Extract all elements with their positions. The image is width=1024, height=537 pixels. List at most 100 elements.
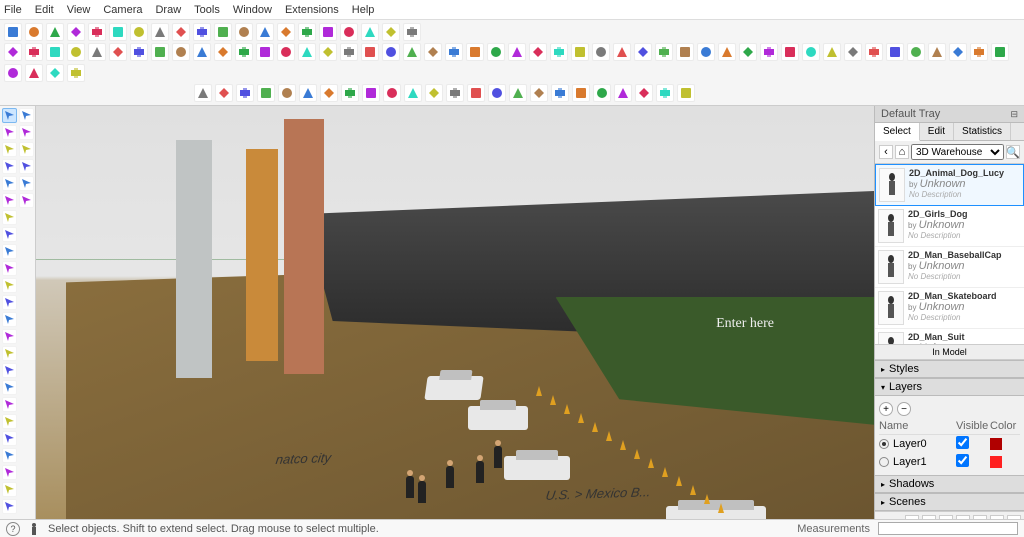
toolbar-button[interactable] xyxy=(278,84,296,102)
layer-add-button[interactable]: + xyxy=(879,402,893,416)
instructor-icon[interactable] xyxy=(28,522,40,536)
toolbar-button[interactable] xyxy=(277,43,295,61)
toolbar-button[interactable] xyxy=(361,43,379,61)
toolbar-button[interactable] xyxy=(403,23,421,41)
toolbar-button[interactable] xyxy=(319,43,337,61)
toolbar-button[interactable] xyxy=(970,43,988,61)
toolbar-button[interactable] xyxy=(446,84,464,102)
tab-statistics[interactable]: Statistics xyxy=(954,123,1011,140)
line-tool[interactable] xyxy=(2,142,17,157)
toolbar-button[interactable] xyxy=(614,84,632,102)
help-icon[interactable]: ? xyxy=(6,522,20,536)
panel-styles[interactable]: ▸Styles xyxy=(875,360,1024,378)
toolbar-button[interactable] xyxy=(256,43,274,61)
model-scope-label[interactable]: In Model xyxy=(875,344,1024,360)
toolbar-button[interactable] xyxy=(844,43,862,61)
menu-view[interactable]: View xyxy=(67,4,91,16)
toolbar-button[interactable] xyxy=(530,84,548,102)
component-item[interactable]: 2D_Man_Skateboard by Unknown No Descript… xyxy=(875,288,1024,329)
toolbar-button[interactable] xyxy=(781,43,799,61)
toolbar-button[interactable] xyxy=(487,43,505,61)
section-tool[interactable] xyxy=(2,431,17,446)
scale-tool[interactable] xyxy=(2,278,17,293)
toolbar-button[interactable] xyxy=(445,43,463,61)
protractor-tool[interactable] xyxy=(2,312,17,327)
component-item[interactable]: 2D_Man_Suit by Unknown No Description xyxy=(875,329,1024,344)
3dtext-tool[interactable] xyxy=(19,125,34,140)
toolbar-button[interactable] xyxy=(383,84,401,102)
component-item[interactable]: 2D_Man_BaseballCap by Unknown No Descrip… xyxy=(875,247,1024,288)
toolbar-button[interactable] xyxy=(677,84,695,102)
tab-edit[interactable]: Edit xyxy=(920,123,954,140)
toolbar-button[interactable] xyxy=(235,23,253,41)
toolbar-button[interactable] xyxy=(697,43,715,61)
component-item[interactable]: 2D_Animal_Dog_Lucy by Unknown No Descrip… xyxy=(875,164,1024,206)
axes-tool[interactable] xyxy=(19,108,34,123)
toolbar-button[interactable] xyxy=(67,43,85,61)
pan-tool[interactable] xyxy=(2,380,17,395)
tape-tool[interactable] xyxy=(2,295,17,310)
toolbar-button[interactable] xyxy=(424,43,442,61)
toolbar-button[interactable] xyxy=(593,84,611,102)
toolbar-button[interactable] xyxy=(634,43,652,61)
tray-pin-icon[interactable]: ⊟ xyxy=(1010,109,1018,120)
toolbar-button[interactable] xyxy=(214,23,232,41)
offset-tool[interactable] xyxy=(2,227,17,242)
toolbar-button[interactable] xyxy=(67,64,85,82)
measurements-input[interactable] xyxy=(878,522,1018,535)
tray-titlebar[interactable]: Default Tray ⊟ xyxy=(875,106,1024,123)
select-tool[interactable] xyxy=(2,108,17,123)
toolbar-button[interactable] xyxy=(172,23,190,41)
toolbar-button[interactable] xyxy=(109,43,127,61)
toolbar-button[interactable] xyxy=(194,84,212,102)
toolbar-button[interactable] xyxy=(760,43,778,61)
menu-tools[interactable]: Tools xyxy=(194,4,220,16)
toolbar-button[interactable] xyxy=(88,23,106,41)
toolbar-button[interactable] xyxy=(193,43,211,61)
sandbox-tool[interactable] xyxy=(19,193,34,208)
toolbar-button[interactable] xyxy=(635,84,653,102)
polygon-tool[interactable] xyxy=(19,176,34,191)
toolbar-button[interactable] xyxy=(130,43,148,61)
layer-visible-checkbox[interactable] xyxy=(956,436,990,452)
zoom-extents-tool[interactable] xyxy=(2,414,17,429)
home-icon[interactable]: ⌂ xyxy=(895,145,909,159)
toolbar-button[interactable] xyxy=(823,43,841,61)
toolbar-button[interactable] xyxy=(362,84,380,102)
toolbar-button[interactable] xyxy=(340,23,358,41)
toolbar-button[interactable] xyxy=(403,43,421,61)
toolbar-button[interactable] xyxy=(865,43,883,61)
toolbar-button[interactable] xyxy=(382,23,400,41)
toolbar-button[interactable] xyxy=(130,23,148,41)
toolbar-button[interactable] xyxy=(802,43,820,61)
menu-file[interactable]: File xyxy=(4,4,22,16)
toolbar-button[interactable] xyxy=(4,43,22,61)
toolbar-button[interactable] xyxy=(718,43,736,61)
toolbar-button[interactable] xyxy=(151,43,169,61)
toolbar-button[interactable] xyxy=(46,64,64,82)
toolbar-button[interactable] xyxy=(299,84,317,102)
toolbar-button[interactable] xyxy=(277,23,295,41)
layers-col-name[interactable]: Name xyxy=(879,420,956,432)
menu-help[interactable]: Help xyxy=(352,4,375,16)
toolbar-button[interactable] xyxy=(551,84,569,102)
toolbar-button[interactable] xyxy=(88,43,106,61)
toolbar-button[interactable] xyxy=(509,84,527,102)
toolbar-button[interactable] xyxy=(529,43,547,61)
menu-window[interactable]: Window xyxy=(233,4,272,16)
toolbar-button[interactable] xyxy=(235,43,253,61)
menu-edit[interactable]: Edit xyxy=(35,4,54,16)
toolbar-button[interactable] xyxy=(4,64,22,82)
toolbar-button[interactable] xyxy=(655,43,673,61)
menu-camera[interactable]: Camera xyxy=(103,4,142,16)
text-tool[interactable] xyxy=(2,329,17,344)
toolbar-button[interactable] xyxy=(67,23,85,41)
orbit-tool[interactable] xyxy=(2,363,17,378)
move-tool[interactable] xyxy=(2,244,17,259)
panel-layers[interactable]: ▾Layers xyxy=(875,378,1024,396)
menu-extensions[interactable]: Extensions xyxy=(285,4,339,16)
toolbar-button[interactable] xyxy=(907,43,925,61)
toolbar-button[interactable] xyxy=(467,84,485,102)
toolbar-button[interactable] xyxy=(676,43,694,61)
toolbar-button[interactable] xyxy=(425,84,443,102)
